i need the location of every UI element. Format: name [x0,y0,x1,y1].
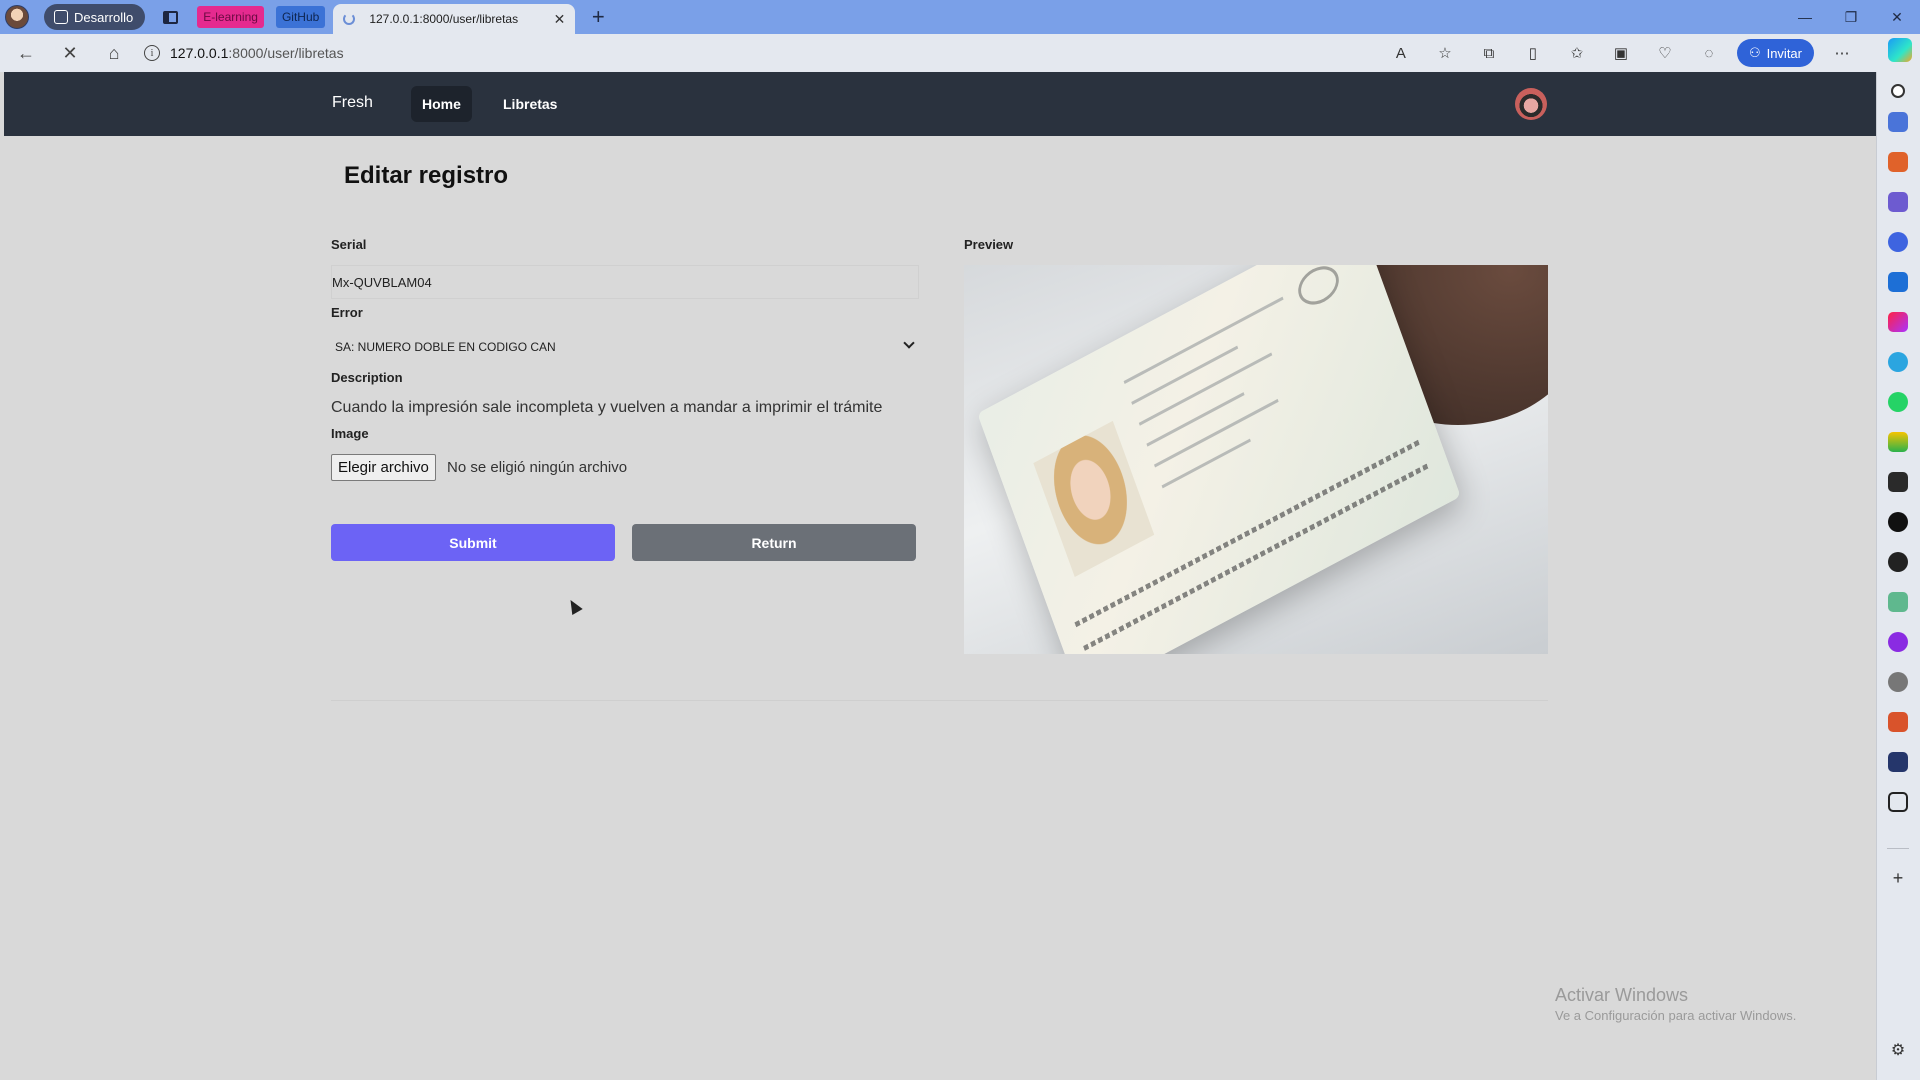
sidebar-prime-icon[interactable] [1888,472,1908,492]
sidebar-outlook-icon[interactable] [1888,272,1908,292]
tab-actions-icon [162,10,178,24]
favorite-star-icon[interactable]: ☆ [1429,37,1461,69]
stop-loading-icon[interactable]: ✕ [52,35,88,71]
sidebar-app5-icon[interactable] [1888,752,1908,772]
return-button[interactable]: Return [632,524,916,561]
sidebar-app3-icon[interactable] [1888,672,1908,692]
back-icon[interactable]: ← [8,35,44,71]
activation-watermark-title: Activar Windows [1555,985,1689,1005]
workspace-button[interactable]: Desarrollo [44,4,146,30]
close-tab-icon[interactable]: ✕ [554,11,566,28]
url-path: :8000/user/libretas [228,45,344,61]
address-bar: ← ✕ ⌂ i 127.0.0.1:8000/user/libretas A ☆… [0,34,1920,72]
pinned-tab-github[interactable]: GitHub [275,6,326,28]
image-label: Image [331,426,369,441]
feedback-icon[interactable]: ◌ [1693,37,1725,69]
sidebar-games-icon[interactable] [1888,192,1908,212]
sidebar-tools-icon[interactable] [1888,152,1908,172]
serial-input[interactable]: Mx-QUVBLAM04 [331,265,919,299]
passport-text-line [1131,345,1239,405]
extensions-icon[interactable]: ⧉ [1473,37,1505,69]
choose-file-button[interactable]: Elegir archivo [331,454,436,481]
sidebar-whatsapp-icon[interactable] [1888,392,1908,412]
workspace-label: Desarrollo [74,9,134,25]
passport-text-line [1123,296,1284,384]
invite-icon: ⚇ [1748,45,1761,60]
invite-label: Invitar [1766,45,1802,61]
web-page: Fresh Home Libretas Editar registro Seri… [4,72,1876,1074]
loading-spinner-icon [343,13,356,25]
minimize-icon[interactable]: — [1782,0,1828,34]
pinned-tab-elearning[interactable]: E-learning [197,6,264,28]
favorites-icon[interactable]: ✩ [1561,37,1593,69]
site-navbar: Fresh Home Libretas [4,72,1876,136]
content-divider [331,700,1548,701]
passport-photo [1033,420,1155,577]
sidebar-divider [1887,848,1909,849]
invite-button[interactable]: ⚇ Invitar [1736,39,1814,67]
passport-text-line [1161,438,1251,489]
performance-icon[interactable]: ♡ [1649,37,1681,69]
read-aloud-icon[interactable]: A [1385,37,1417,69]
error-selected-value: SA: NUMERO DOBLE EN CODIGO CAN [335,340,556,354]
preview-label: Preview [964,237,1014,252]
window-controls: — ❐ ✕ [1782,0,1920,34]
collections-icon[interactable]: ▣ [1605,37,1637,69]
sidebar-tiktok-icon[interactable] [1888,512,1908,532]
site-brand[interactable]: Fresh [332,94,373,112]
chevron-down-icon [903,337,915,349]
error-select[interactable]: SA: NUMERO DOBLE EN CODIGO CAN [331,332,919,362]
active-tab[interactable]: 127.0.0.1:8000/user/libretas ✕ [333,4,576,34]
sidebar-github-icon[interactable] [1888,552,1908,572]
url-field[interactable]: i 127.0.0.1:8000/user/libretas [144,38,1364,68]
sidebar-drive-icon[interactable] [1888,432,1908,452]
preview-image [964,265,1548,654]
description-label: Description [331,370,403,385]
sidebar-tv-icon[interactable] [1888,792,1908,812]
sidebar-search-icon[interactable] [1891,84,1905,98]
new-tab-button[interactable]: + [585,4,611,30]
active-tab-title: 127.0.0.1:8000/user/libretas [369,12,519,26]
activation-watermark-subtitle: Ve a Configuración para activar Windows. [1555,1008,1797,1023]
sidebar-copilot-icon[interactable] [1888,232,1908,252]
browser-sidebar: + ⚙ [1876,72,1920,1080]
workspace-icon [54,10,68,24]
profile-button[interactable] [0,0,34,34]
restore-icon[interactable]: ❐ [1828,0,1874,34]
nav-link-libretas[interactable]: Libretas [492,86,568,122]
serial-label: Serial [331,237,367,252]
user-avatar[interactable] [1515,88,1547,120]
copilot-icon[interactable] [1888,38,1912,62]
passport-emblem [1293,265,1344,312]
description-field[interactable]: Cuando la impresión sale incompleta y vu… [331,399,882,417]
browser-toolbar: A ☆ ⧉ ▯ ✩ ▣ ♡ ◌ ⚇ Invitar ⋯ [1385,34,1858,72]
mouse-cursor [565,596,583,616]
sidebar-chatgpt-icon[interactable] [1888,592,1908,612]
site-info-icon[interactable]: i [144,45,160,61]
nav-link-home[interactable]: Home [411,86,472,122]
sidebar-telegram-icon[interactable] [1888,352,1908,372]
error-label: Error [331,305,363,320]
submit-button[interactable]: Submit [331,524,615,561]
sidebar-app-icon[interactable] [1888,312,1908,332]
tab-actions-button[interactable] [157,4,183,30]
more-menu-icon[interactable]: ⋯ [1826,37,1858,69]
sidebar-app4-icon[interactable] [1888,712,1908,732]
url-host: 127.0.0.1 [170,45,229,61]
passport-text-line [1146,392,1245,447]
profile-avatar-icon [5,5,29,29]
sidebar-shopping-icon[interactable] [1888,112,1908,132]
close-window-icon[interactable]: ✕ [1874,0,1920,34]
split-screen-icon[interactable]: ▯ [1517,37,1549,69]
browser-tab-bar: Desarrollo E-learning GitHub 127.0.0.1:8… [0,0,1920,34]
sidebar-app2-icon[interactable] [1888,632,1908,652]
file-status-text: No se eligió ningún archivo [447,459,628,476]
sidebar-settings-icon[interactable]: ⚙ [1888,1040,1908,1060]
home-icon[interactable]: ⌂ [96,35,132,71]
passport-shape [977,265,1461,654]
sidebar-add-icon[interactable]: + [1888,868,1908,888]
page-title: Editar registro [344,162,509,189]
